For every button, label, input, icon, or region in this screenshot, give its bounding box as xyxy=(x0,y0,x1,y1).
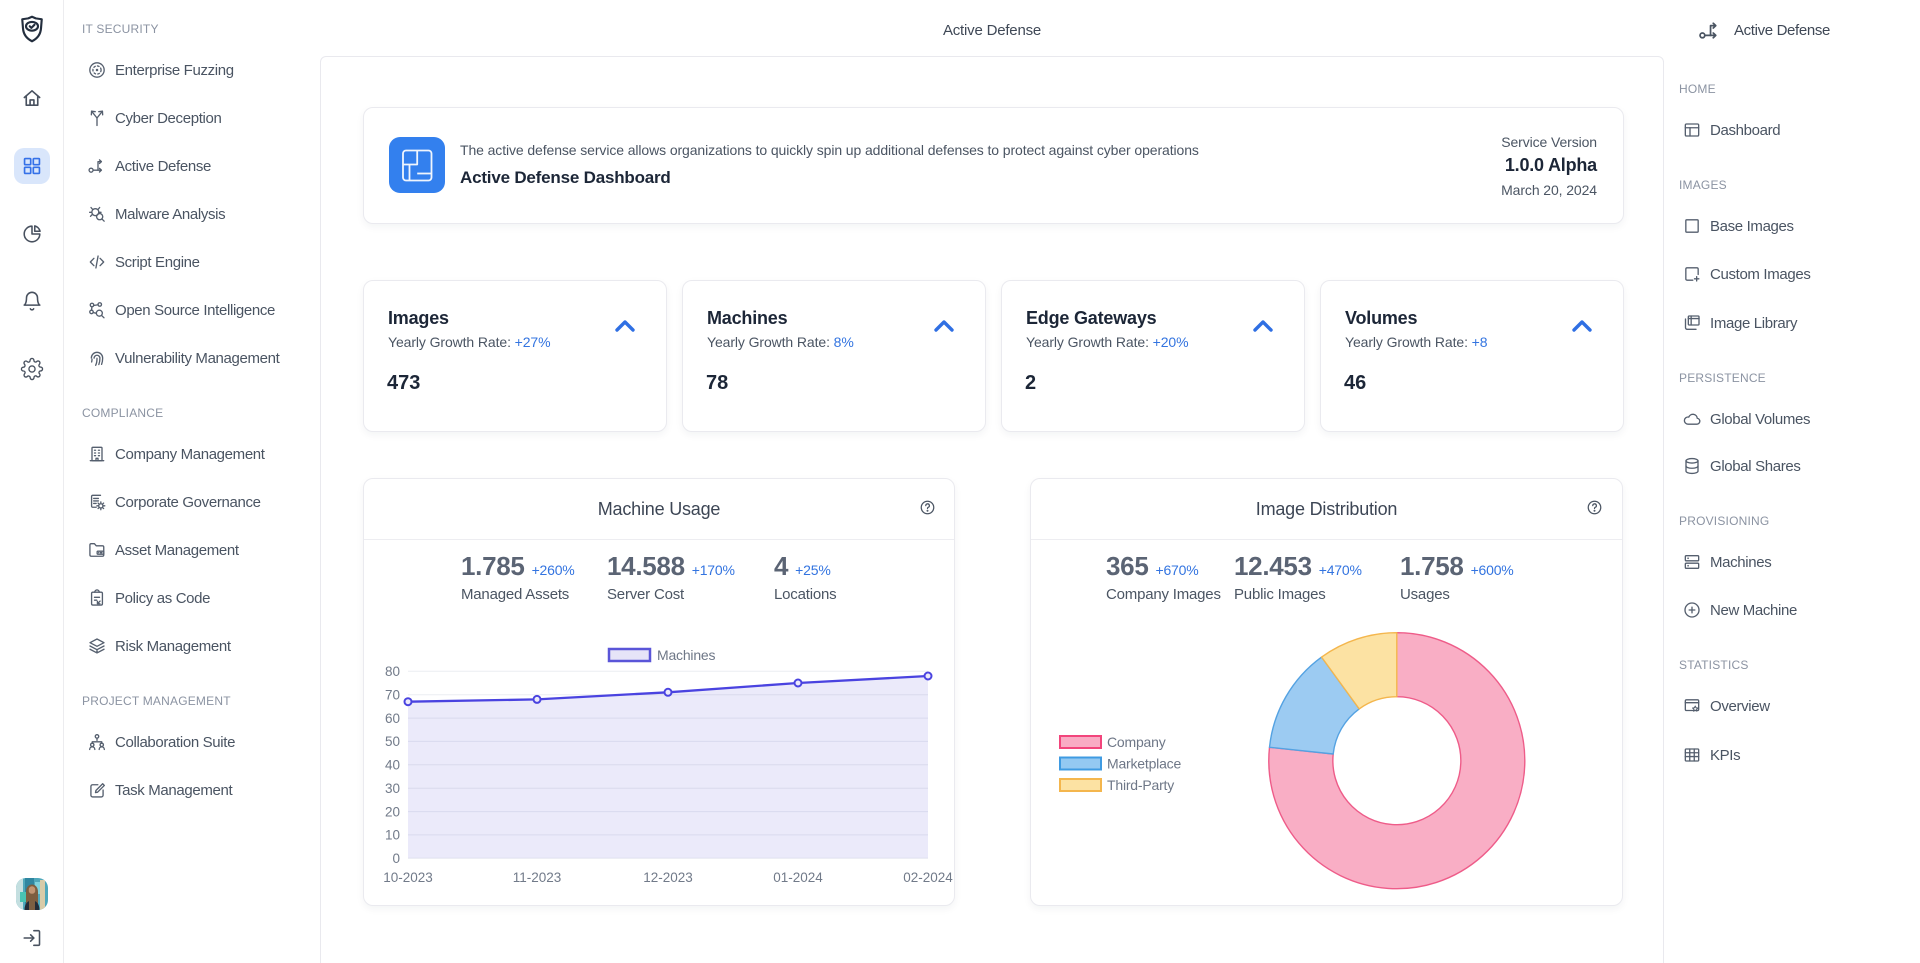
svg-text:30: 30 xyxy=(385,781,400,796)
svg-text:40: 40 xyxy=(385,758,400,773)
svg-text:02-2024: 02-2024 xyxy=(903,870,953,885)
svg-text:80: 80 xyxy=(385,664,400,679)
svg-text:12-2023: 12-2023 xyxy=(643,870,693,885)
svg-text:11-2023: 11-2023 xyxy=(513,870,562,885)
svg-text:01-2024: 01-2024 xyxy=(773,870,823,885)
svg-text:50: 50 xyxy=(385,734,400,749)
svg-text:Marketplace: Marketplace xyxy=(1107,756,1181,772)
svg-text:70: 70 xyxy=(385,687,400,702)
svg-text:0: 0 xyxy=(392,851,400,866)
svg-text:Machines: Machines xyxy=(657,647,716,663)
svg-text:20: 20 xyxy=(385,804,400,819)
svg-text:10: 10 xyxy=(385,828,400,843)
svg-text:Third-Party: Third-Party xyxy=(1107,777,1174,793)
svg-text:Company: Company xyxy=(1107,734,1166,750)
svg-text:10-2023: 10-2023 xyxy=(383,870,433,885)
svg-text:60: 60 xyxy=(385,711,400,726)
